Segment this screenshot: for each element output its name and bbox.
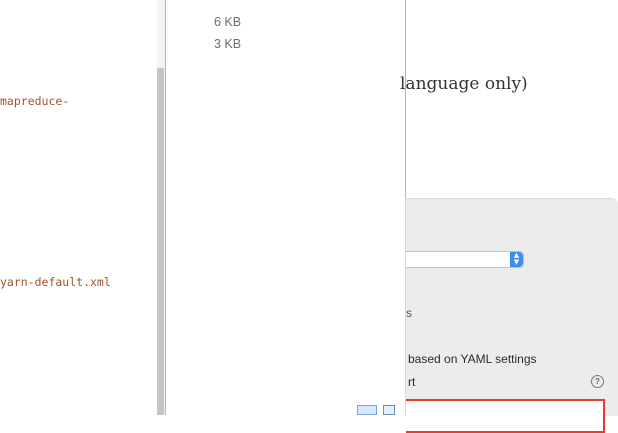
- settings-select[interactable]: ▲ ▼: [406, 251, 524, 268]
- list-view-button[interactable]: [383, 405, 395, 415]
- code-editor-pane: mapreduce- yarn-default.xml: [0, 0, 157, 415]
- settings-dialog: ▲ ▼ s based on YAML settings rt ?: [405, 198, 618, 433]
- code-line-yarn-default: yarn-default.xml: [0, 275, 111, 289]
- dialog-text-fragment: s: [406, 306, 412, 320]
- highlighted-input-field[interactable]: [406, 399, 605, 433]
- file-size-2: 3 KB: [214, 37, 242, 51]
- code-line-mapreduce: mapreduce-: [0, 94, 70, 108]
- code-scrollbar[interactable]: [157, 0, 165, 415]
- yaml-settings-option: based on YAML settings: [408, 352, 537, 366]
- file-browser-panel: 6 KB 3 KB: [165, 0, 406, 415]
- document-text: language only): [400, 74, 528, 94]
- select-arrows-icon[interactable]: ▲ ▼: [510, 252, 523, 267]
- dialog-label-fragment: rt: [408, 375, 416, 389]
- icon-view-button[interactable]: [357, 405, 377, 415]
- scrollbar-thumb[interactable]: [157, 68, 164, 415]
- help-icon[interactable]: ?: [591, 375, 604, 388]
- file-size-1: 6 KB: [214, 15, 242, 29]
